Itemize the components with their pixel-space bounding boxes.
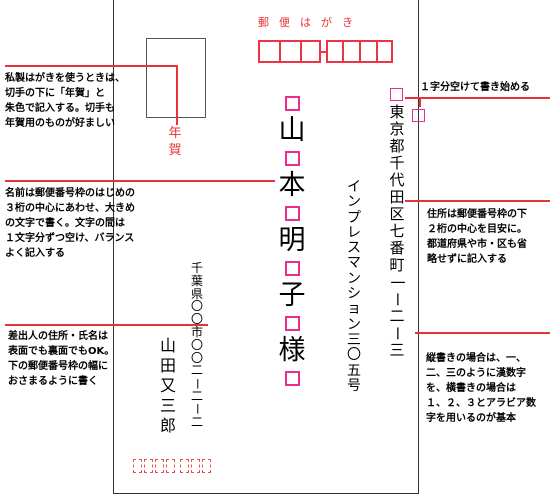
name-space-box-1 [284, 151, 300, 166]
sname-col-char-4: 郎 [159, 416, 176, 435]
recipient-name: 山本明子様 [274, 92, 310, 390]
top-right-line [405, 97, 550, 99]
bldg-col-char-1: ン [347, 194, 361, 211]
name-note-line-1: ３桁の中心にあわせ、大きめ [5, 203, 135, 214]
stamp-note-line-1: 切手の下に「年賀」と [5, 88, 105, 99]
numbers-note-line-4: 字を用いるのが基本 [426, 413, 516, 424]
recipient-name-char-1: 本 [278, 170, 306, 201]
numbers-note: 縦書きの場合は、一、 二、三のように漢数字 を、横書きの場合は １、２、３とアラビア数… [426, 351, 536, 426]
sname-col-char-3: 三 [159, 396, 176, 415]
name-note-line [5, 180, 275, 182]
nenga-label: 年賀 [168, 126, 182, 158]
name-note-line-3: １文字分ずつ空け、バランス [5, 233, 135, 244]
saddr-col-char-1: 葉 [190, 273, 203, 288]
bldg-col-char-4: ス [347, 240, 361, 257]
addr-col-char-4: 代 [389, 171, 405, 189]
stamp-note-line-2: 朱色で記入する。切手も [5, 103, 115, 114]
saddr-col-char-10: 二 [190, 388, 203, 403]
sender-note-line-2: 下の郵便番号枠の幅に [8, 361, 108, 372]
saddr-col-char-12: 二 [190, 414, 203, 429]
recipient-name-char-4: 様 [278, 335, 306, 366]
bldg-col-char-6: ン [347, 270, 361, 287]
bldg-col-char-7: シ [347, 286, 361, 303]
saddr-col-char-5: 市 [190, 324, 203, 339]
addr-col-char-0: 東 [389, 103, 405, 121]
sender-note-line-1: 表面でも裏面でもOK。 [8, 346, 115, 357]
saddr-col-char-11: ー [190, 403, 205, 416]
address-note-line [405, 200, 550, 202]
sname-col-char-2: 又 [159, 376, 176, 395]
sender-note-line [5, 324, 208, 326]
saddr-col-char-6: 〇 [190, 337, 203, 352]
sender-address: 千葉県〇〇市〇〇二ー二ー二 [187, 262, 207, 428]
numbers-note-line-1: 二、三のように漢数字 [426, 368, 526, 379]
postcard-header: 郵便はがき [258, 16, 363, 29]
bldg-col-char-10: 三 [347, 331, 361, 348]
recipient-name-char-3: 子 [278, 280, 306, 311]
addr-col-char-8: 番 [389, 239, 405, 257]
recipient-name-char-2: 明 [278, 225, 306, 256]
bldg-col-char-3: レ [347, 224, 361, 241]
name-space-box-5 [284, 371, 300, 386]
name-space-box-2 [284, 206, 300, 221]
addr-col-char-11: ー [388, 292, 407, 307]
sname-col-char-1: 田 [159, 356, 176, 375]
address-note: 住所は郵便番号枠の下 ２桁の中心を目安に。 都道府県や市・区も省 略せずに記入する [427, 207, 527, 267]
name-note-line-4: よく記入する [5, 248, 65, 259]
addr-col-char-10: 一 [388, 275, 407, 290]
address-note-line-1: ２桁の中心を目安に。 [427, 224, 527, 235]
stamp-note-line-3: 年賀用のものが好ましい [5, 118, 115, 129]
saddr-col-char-8: 二 [190, 363, 203, 378]
address-note-line-3: 略せずに記入する [427, 254, 507, 265]
bldg-col-char-11: 〇 [347, 347, 361, 364]
bldg-col-char-5: マ [347, 255, 361, 272]
addr-col-char-2: 都 [389, 137, 405, 155]
name-note: 名前は郵便番号枠のはじめの ３桁の中心にあわせ、大きめ の文字で書く。文字の間は １文… [5, 186, 135, 261]
name-space-box-0 [284, 96, 300, 111]
bldg-col-char-2: プ [347, 209, 361, 226]
bldg-col-char-9: ン [347, 316, 361, 333]
bldg-col-char-12: 五 [347, 362, 361, 379]
bldg-col-char-0: イ [347, 179, 361, 195]
recipient-building: インプレスマンション三〇五号 [343, 179, 365, 394]
stamp-note-line-0: 私製はがきを使うときは、 [5, 73, 125, 84]
address-note-line-0: 住所は郵便番号枠の下 [427, 209, 527, 220]
addr-col-char-12: 二 [389, 307, 405, 325]
numbers-note-line-2: を、横書きの場合は [426, 383, 516, 394]
bldg-col-char-13: 号 [347, 377, 361, 394]
addr-col-char-3: 千 [389, 154, 405, 172]
addr-col-char-1: 京 [389, 120, 405, 138]
bldg-col-char-8: ョ [347, 301, 361, 318]
addr-col-char-7: 七 [389, 222, 405, 240]
name-note-line-0: 名前は郵便番号枠のはじめの [5, 188, 135, 199]
recipient-name-char-0: 山 [278, 115, 306, 146]
sender-note-line-3: おさまるように書く [8, 376, 98, 387]
address-note-line-2: 都道府県や市・区も省 [427, 239, 527, 250]
numbers-note-line-0: 縦書きの場合は、一、 [426, 353, 526, 364]
numbers-note-line-3: １、２、３とアラビア数 [426, 398, 536, 409]
numbers-note-line [415, 332, 550, 334]
stamp-note: 私製はがきを使うときは、 切手の下に「年賀」と 朱色で記入する。切手も 年賀用のものが… [5, 71, 125, 131]
nenga-pointer-line [176, 65, 178, 125]
addr-col-char-9: 町 [389, 256, 405, 274]
sname-col-char-0: 山 [159, 336, 176, 355]
sender-note-line-0: 差出人の住所・氏名は [8, 331, 108, 342]
name-note-line-2: の文字で書く。文字の間は [5, 218, 125, 229]
addr-col-char-5: 田 [389, 188, 405, 206]
recipient-address: 東京都千代田区七番町一ー二ー三 [386, 104, 408, 359]
sender-name: 山田又三郎 [157, 336, 179, 436]
top-right-note: １字分空けて書き始める [420, 82, 530, 93]
spacing-box-2 [412, 109, 425, 122]
stamp-note-line [5, 65, 178, 67]
saddr-col-char-0: 千 [190, 261, 203, 275]
name-space-box-3 [284, 261, 300, 276]
addr-col-char-6: 区 [389, 205, 405, 223]
addr-col-char-14: 三 [389, 341, 405, 359]
addr-col-char-13: ー [388, 326, 407, 341]
postal-code-box-left [258, 40, 321, 63]
sender-note: 差出人の住所・氏名は 表面でも裏面でもOK。 下の郵便番号枠の幅に おさまるように書く [8, 329, 114, 389]
name-space-box-4 [284, 316, 300, 331]
spacing-box-1 [390, 88, 403, 101]
